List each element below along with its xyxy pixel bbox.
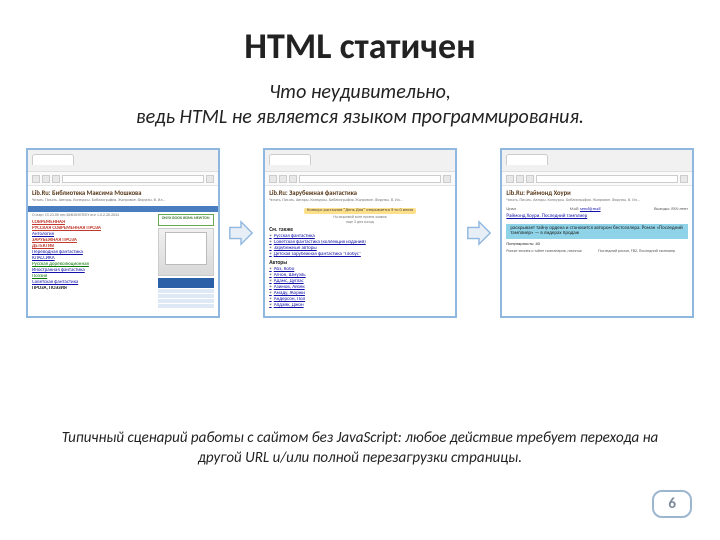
- menu-icon: [443, 175, 451, 183]
- screenshot-row: Lib.Ru: Библиотека Максима Мошкова Читат…: [26, 148, 694, 318]
- link-item: Советская фантастика (коллекция изданий): [269, 240, 451, 246]
- back-button-icon: [269, 175, 277, 183]
- author-list: Абэ, Кобо Агнон, Шмуэль Адамс, Дуглас Аз…: [269, 267, 451, 309]
- ad-bar: [28, 206, 218, 212]
- browser-tabbar: [502, 150, 692, 172]
- highlight-box: раскрывает тайну ордена и становится авт…: [506, 224, 688, 239]
- page-subheader: Читать. Писать. Авторы. Конкурсы. Библио…: [269, 199, 451, 203]
- screenshot-1: Lib.Ru: Библиотека Максима Мошкова Читат…: [26, 148, 220, 318]
- page-header: Lib.Ru: Раймонд Хоури: [506, 190, 688, 197]
- ad-onyx: ONYX BOOX I63ML NEWTON: [158, 214, 214, 226]
- back-button-icon: [32, 175, 40, 183]
- browser-toolbar: [28, 172, 218, 186]
- book-link: Раймонд Хоури. Последний тамплиер: [506, 214, 688, 220]
- link-item: Детская зарубежная фантастика "Глобус": [269, 252, 451, 258]
- browser-tabbar: [28, 150, 218, 172]
- link-item: ЗАРУБЕЖНАЯ ПРОЗА: [32, 238, 154, 244]
- reload-icon: [52, 175, 60, 183]
- author-item: Апдайк, Джон: [269, 303, 451, 309]
- link-item: Русская фантастика: [269, 234, 451, 240]
- slide-title: HTML статичен: [36, 24, 684, 68]
- link-item: КЛАССИКА: [32, 256, 154, 262]
- link-item: Поэзия: [32, 274, 154, 280]
- forward-button-icon: [279, 175, 287, 183]
- reload-icon: [289, 175, 297, 183]
- author-item: Агнон, Шмуэль: [269, 273, 451, 279]
- address-bar: [536, 175, 678, 183]
- slide-subtitle: Что неудивительно, ведь HTML не является…: [120, 80, 600, 130]
- label-mail: Mail:: [570, 207, 579, 212]
- label-popularity: Популярность: 40: [506, 243, 688, 248]
- label-series: Цикл: [506, 208, 516, 213]
- page-subheader: Читать. Писать. Авторы. Конкурсы. Библио…: [32, 199, 214, 203]
- address-bar: [62, 175, 204, 183]
- info-col: Роман-эпопея о тайне тамплиеров, начиная: [506, 250, 596, 254]
- address-bar: [299, 175, 441, 183]
- ereader-image: [158, 228, 214, 276]
- subtitle-line-1: Что неудивительно,: [269, 80, 451, 104]
- page-header: Lib.Ru: Библиотека Максима Мошкова: [32, 190, 214, 197]
- category-heading: ПРОЗА, ПОЭЗИЯ: [32, 286, 154, 292]
- notice-text: На мировой конт прием заявокеще 3 дня на…: [269, 216, 451, 225]
- ad-strip: [158, 304, 214, 308]
- link-list: Русская фантастика Советская фантастика …: [269, 234, 451, 258]
- link-item: Переводная фантастика: [32, 250, 154, 256]
- label-rss: Выходы: RSS-лент: [654, 208, 688, 213]
- menu-icon: [680, 175, 688, 183]
- contest-badge: Конкурс рассказов "День Дня" открывается…: [304, 208, 416, 215]
- link-item: ДЕТЕКТИВ: [32, 244, 154, 250]
- page-number: 6: [652, 490, 692, 518]
- ad-button: [158, 278, 214, 288]
- browser-tabbar: [265, 150, 455, 172]
- back-button-icon: [506, 175, 514, 183]
- info-col: Последний роман, FB2, Последний тамплиер: [598, 250, 688, 254]
- page-subheader: Читать. Писать. Авторы. Конкурсы. Библио…: [506, 199, 688, 203]
- link-item: Иностранная фантастика: [32, 268, 154, 274]
- ad-strip: [158, 299, 214, 303]
- page-header: Lib.Ru: Зарубежная фантастика: [269, 190, 451, 197]
- screenshot-2: Lib.Ru: Зарубежная фантастика Читать. Пи…: [263, 148, 457, 318]
- author-item: Амаду, Жоржи: [269, 291, 451, 297]
- author-item: Азимов, Айзек: [269, 285, 451, 291]
- link-item: Русская дореволюционная: [32, 262, 154, 268]
- ad-strip: [158, 294, 214, 298]
- section-heading: См. также: [269, 227, 451, 233]
- link-item: Антология: [32, 232, 154, 238]
- info-columns: Роман-эпопея о тайне тамплиеров, начиная…: [506, 250, 688, 254]
- browser-toolbar: [502, 172, 692, 186]
- forward-button-icon: [42, 175, 50, 183]
- link-list: СОВРЕМЕННАЯ РУССКАЯ СОВРЕМЕННАЯ ПРОЗА Ан…: [32, 220, 154, 292]
- subtitle-line-2: ведь HTML не является языком программиро…: [136, 105, 584, 129]
- author-item: Андерсон, Пол: [269, 297, 451, 303]
- link-item: СОВРЕМЕННАЯ: [32, 220, 154, 226]
- menu-icon: [206, 175, 214, 183]
- link-item: РУССКАЯ СОВРЕМЕННАЯ ПРОЗА: [32, 226, 154, 232]
- arrow-icon: [463, 213, 495, 253]
- author-item: Абэ, Кобо: [269, 267, 451, 273]
- section-heading: Авторы: [269, 260, 451, 266]
- ad-strip: [158, 289, 214, 293]
- forward-button-icon: [516, 175, 524, 183]
- arrow-icon: [226, 213, 258, 253]
- reload-icon: [526, 175, 534, 183]
- link-item: Зарубежные авторы: [269, 246, 451, 252]
- timestamp-text: О март 15.23.06 онс:БИБЛИОТЕКУ все 1.0.2…: [32, 214, 154, 218]
- author-item: Адамс, Дуглас: [269, 279, 451, 285]
- footer-caption: Типичный сценарий работы с сайтом без Ja…: [60, 429, 660, 468]
- screenshot-3: Lib.Ru: Раймонд Хоури Читать. Писать. Ав…: [500, 148, 694, 318]
- link-item: Советская фантастика: [32, 280, 154, 286]
- browser-toolbar: [265, 172, 455, 186]
